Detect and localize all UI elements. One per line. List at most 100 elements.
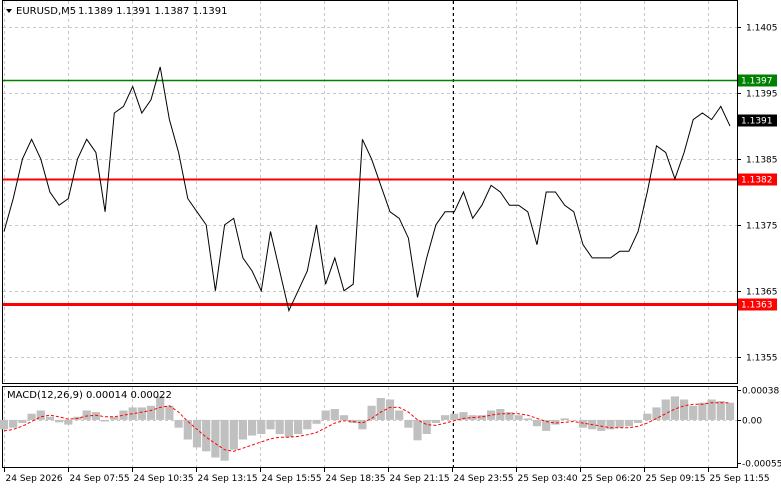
level-tag-label: 1.1363 bbox=[741, 301, 773, 311]
price-series bbox=[3, 66, 731, 313]
y-tick-label: 1.1355 bbox=[746, 354, 778, 364]
macd-bar bbox=[55, 419, 64, 423]
macd-bar bbox=[238, 419, 247, 440]
level-lines bbox=[3, 79, 737, 306]
macd-bar bbox=[330, 409, 339, 420]
macd-bar bbox=[367, 405, 376, 420]
macd-bar bbox=[229, 419, 238, 450]
macd-bar bbox=[652, 407, 661, 420]
level-tag-label: 1.1382 bbox=[741, 176, 773, 186]
macd-bar bbox=[183, 419, 192, 440]
macd-bar bbox=[716, 401, 725, 420]
x-tick-label: 24 Sep 2026 bbox=[6, 474, 63, 484]
macd-bar bbox=[532, 419, 542, 427]
x-tick-label: 25 Sep 06:20 bbox=[582, 474, 642, 484]
y-tick-label: 1.1405 bbox=[746, 24, 778, 34]
macd-axis: 0.00038 0.00 -0.00055 bbox=[737, 387, 781, 470]
macd-bar bbox=[698, 402, 707, 420]
macd-bar bbox=[450, 413, 459, 420]
current-price-label: 1.1391 bbox=[741, 117, 773, 127]
x-tick-label: 24 Sep 18:35 bbox=[326, 474, 386, 484]
macd-bar bbox=[312, 419, 321, 424]
macd-bar bbox=[376, 398, 385, 420]
macd-bar bbox=[514, 415, 523, 420]
macd-bar bbox=[560, 418, 569, 420]
macd-bar bbox=[18, 419, 27, 423]
macd-bar bbox=[211, 419, 220, 458]
macd-bar bbox=[413, 419, 422, 441]
macd-bar bbox=[358, 419, 367, 430]
level-tag-label: 1.1397 bbox=[741, 77, 773, 87]
macd-bar bbox=[339, 415, 349, 420]
macd-bar bbox=[64, 419, 73, 425]
macd-bar bbox=[192, 419, 202, 448]
price-line bbox=[3, 66, 731, 313]
macd-bar bbox=[422, 419, 431, 434]
main-pane-frame bbox=[2, 0, 738, 384]
x-tick-label: 24 Sep 21:15 bbox=[390, 474, 450, 484]
x-tick-label: 24 Sep 13:15 bbox=[198, 474, 258, 484]
macd-bar bbox=[624, 419, 633, 427]
macd-bar bbox=[569, 419, 578, 421]
macd-bar bbox=[9, 419, 18, 428]
y-tick-label: 0.00 bbox=[742, 417, 762, 427]
main-grid bbox=[3, 1, 737, 383]
macd-bar bbox=[146, 405, 156, 420]
y-tick-label: 1.1385 bbox=[746, 156, 778, 166]
y-tick-label: 1.1365 bbox=[746, 288, 778, 298]
y-tick-label: 1.1375 bbox=[746, 222, 778, 232]
x-tick-label: 24 Sep 23:55 bbox=[454, 474, 514, 484]
macd-bar bbox=[395, 410, 404, 420]
macd-series bbox=[0, 396, 735, 461]
macd-bar bbox=[597, 419, 606, 431]
macd-bar bbox=[165, 405, 174, 420]
macd-bar bbox=[294, 419, 303, 434]
macd-bar bbox=[202, 419, 211, 452]
macd-bar bbox=[101, 419, 110, 422]
macd-bar bbox=[257, 419, 266, 434]
price-chart[interactable]: 1.1405 1.1395 1.1385 1.1375 1.1365 1.1355 0.0… bbox=[0, 0, 781, 489]
macd-bar bbox=[27, 413, 36, 420]
macd-bar bbox=[385, 399, 395, 420]
x-tick-label: 25 Sep 09:15 bbox=[646, 474, 706, 484]
x-tick-label: 24 Sep 07:55 bbox=[70, 474, 130, 484]
x-tick-label: 25 Sep 03:40 bbox=[518, 474, 578, 484]
ohlc-values: 1.1389 1.1391 1.1387 1.1391 bbox=[78, 6, 228, 17]
macd-bar bbox=[82, 410, 91, 420]
macd-bar bbox=[661, 399, 670, 420]
macd-bar bbox=[275, 419, 284, 434]
macd-bar bbox=[643, 413, 652, 420]
y-tick-label: 0.00038 bbox=[742, 387, 779, 397]
macd-values: 0.00014 0.00022 bbox=[86, 390, 172, 401]
macd-bar bbox=[431, 419, 440, 423]
macd-bar bbox=[91, 412, 100, 420]
macd-label: MACD(12,26,9) bbox=[7, 390, 83, 401]
y-tick-label: -0.00055 bbox=[742, 460, 781, 470]
macd-bar bbox=[321, 410, 330, 420]
macd-bar bbox=[0, 419, 9, 430]
time-axis: 24 Sep 2026 24 Sep 07:55 24 Sep 10:35 24 Se… bbox=[4, 468, 770, 484]
macd-bar bbox=[615, 419, 624, 428]
macd-bar bbox=[689, 405, 698, 420]
macd-bar bbox=[303, 419, 312, 430]
macd-bar bbox=[284, 419, 293, 438]
macd-bar bbox=[248, 419, 257, 436]
chart-menu-triangle-icon[interactable] bbox=[6, 9, 12, 13]
macd-bar bbox=[634, 419, 643, 423]
x-tick-label: 24 Sep 10:35 bbox=[134, 474, 194, 484]
macd-bar bbox=[266, 419, 275, 430]
macd-bar bbox=[137, 407, 146, 420]
x-tick-label: 25 Sep 11:55 bbox=[710, 474, 770, 484]
x-tick-label: 24 Sep 15:55 bbox=[262, 474, 322, 484]
symbol-label: EURUSD,M5 bbox=[16, 6, 76, 17]
macd-bar bbox=[680, 399, 689, 420]
macd-bar bbox=[404, 419, 413, 428]
macd-bar bbox=[45, 416, 55, 420]
price-tags: 1.1397 1.1382 1.1363 1.1391 bbox=[738, 74, 777, 311]
macd-bar bbox=[523, 418, 532, 420]
macd-bar bbox=[441, 415, 450, 420]
macd-bar bbox=[174, 419, 183, 428]
macd-bar bbox=[725, 402, 735, 420]
macd-bar bbox=[220, 419, 229, 461]
y-tick-label: 1.1395 bbox=[746, 90, 778, 100]
